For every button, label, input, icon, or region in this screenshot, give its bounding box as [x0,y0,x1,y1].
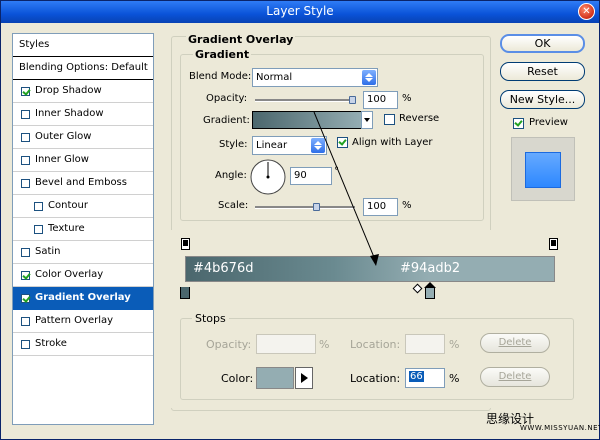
checkbox-icon[interactable] [21,316,30,326]
opacity-slider-track[interactable] [255,99,355,102]
checkbox-icon[interactable] [21,109,30,119]
stop-color-location-unit: % [449,372,460,385]
style-item-satin[interactable]: Satin [13,241,153,264]
style-preview [511,137,575,201]
preview-swatch [525,152,561,188]
blend-mode-select[interactable]: Normal [252,68,378,87]
stops-title: Stops [192,312,229,325]
title-bar[interactable]: Layer Style ✕ [1,1,599,23]
checkbox-icon[interactable] [21,270,30,280]
scale-label: Scale: [218,200,249,211]
watermark-url: WWW.MISSYUAN.NET [520,424,600,432]
stop-color-location-label: Location: [350,372,401,385]
style-item-pattern-overlay[interactable]: Pattern Overlay [13,310,153,333]
style-item-contour[interactable]: Contour [13,195,153,218]
reset-button[interactable]: Reset [500,62,585,81]
blend-mode-label: Blend Mode: [189,71,252,82]
stop-opacity-location-unit: % [449,338,460,351]
checkbox-icon[interactable] [21,132,30,142]
checkbox-icon[interactable] [21,178,30,188]
stops-group [180,318,574,400]
stop-opacity-location-input[interactable] [405,334,445,354]
style-item-texture[interactable]: Texture [13,218,153,241]
stop-color-swatch[interactable] [256,367,294,389]
preview-label: Preview [529,117,568,128]
subsection-title: Gradient [193,48,252,61]
stop-color-location-input[interactable]: 66 [405,368,445,388]
style-item-inner-glow[interactable]: Inner Glow [13,149,153,172]
opacity-stop-right[interactable] [549,238,558,250]
scale-unit: % [402,200,412,211]
style-item-gradient-overlay[interactable]: Gradient Overlay [13,287,153,310]
checkbox-icon[interactable] [34,224,43,234]
angle-dial-icon[interactable] [249,158,287,196]
window-title: Layer Style [266,4,334,18]
styles-list: Styles Blending Options: Default Drop Sh… [12,33,154,425]
checkbox-icon[interactable] [21,339,30,349]
style-item-outer-glow[interactable]: Outer Glow [13,126,153,149]
checkbox-icon[interactable] [21,293,30,303]
opacity-stop-left[interactable] [181,238,190,250]
ok-button[interactable]: OK [500,34,585,53]
checkbox-icon[interactable] [21,86,30,96]
style-item-stroke[interactable]: Stroke [13,333,153,356]
stop-opacity-input[interactable] [256,334,316,354]
stop-opacity-location-label: Location: [350,338,401,351]
dropdown-arrows-icon[interactable] [362,70,376,85]
styles-header[interactable]: Styles [13,34,153,57]
style-item-bevel-emboss[interactable]: Bevel and Emboss [13,172,153,195]
delete-color-stop-button[interactable]: Delete [480,367,550,387]
opacity-input[interactable]: 100 [363,91,398,109]
style-item-inner-shadow[interactable]: Inner Shadow [13,103,153,126]
style-item-color-overlay[interactable]: Color Overlay [13,264,153,287]
section-title: Gradient Overlay [186,33,296,46]
stop-arrow-icon [424,282,436,288]
angle-label: Angle: [215,170,247,181]
preview-checkbox[interactable] [513,118,524,129]
gradient-label: Gradient: [203,115,250,126]
reverse-label: Reverse [399,113,440,124]
opacity-slider-thumb[interactable] [349,96,356,104]
opacity-label: Opacity: [206,93,248,104]
style-value: Linear [256,140,288,151]
color-stop-left[interactable] [180,287,190,299]
close-icon[interactable]: ✕ [578,3,595,20]
stop-opacity-unit: % [319,338,330,351]
stop-opacity-label: Opacity: [206,338,252,351]
color-menu-arrow-icon[interactable] [295,367,313,389]
annotation-arrow-icon [313,111,379,266]
delete-opacity-stop-button[interactable]: Delete [480,333,550,353]
stop-color-label: Color: [221,372,254,385]
style-label: Style: [219,139,248,150]
end-color-hex: #94adb2 [400,261,461,276]
checkbox-icon[interactable] [34,201,43,211]
reverse-checkbox[interactable] [384,114,395,125]
new-style-button[interactable]: New Style... [500,90,585,109]
checkbox-icon[interactable] [21,155,30,165]
start-color-hex: #4b676d [193,261,254,276]
blending-options-item[interactable]: Blending Options: Default [13,57,153,80]
color-stop-selected[interactable] [425,287,435,299]
opacity-unit: % [402,93,412,104]
blend-mode-value: Normal [256,72,293,83]
style-item-drop-shadow[interactable]: Drop Shadow [13,80,153,103]
checkbox-icon[interactable] [21,247,30,257]
